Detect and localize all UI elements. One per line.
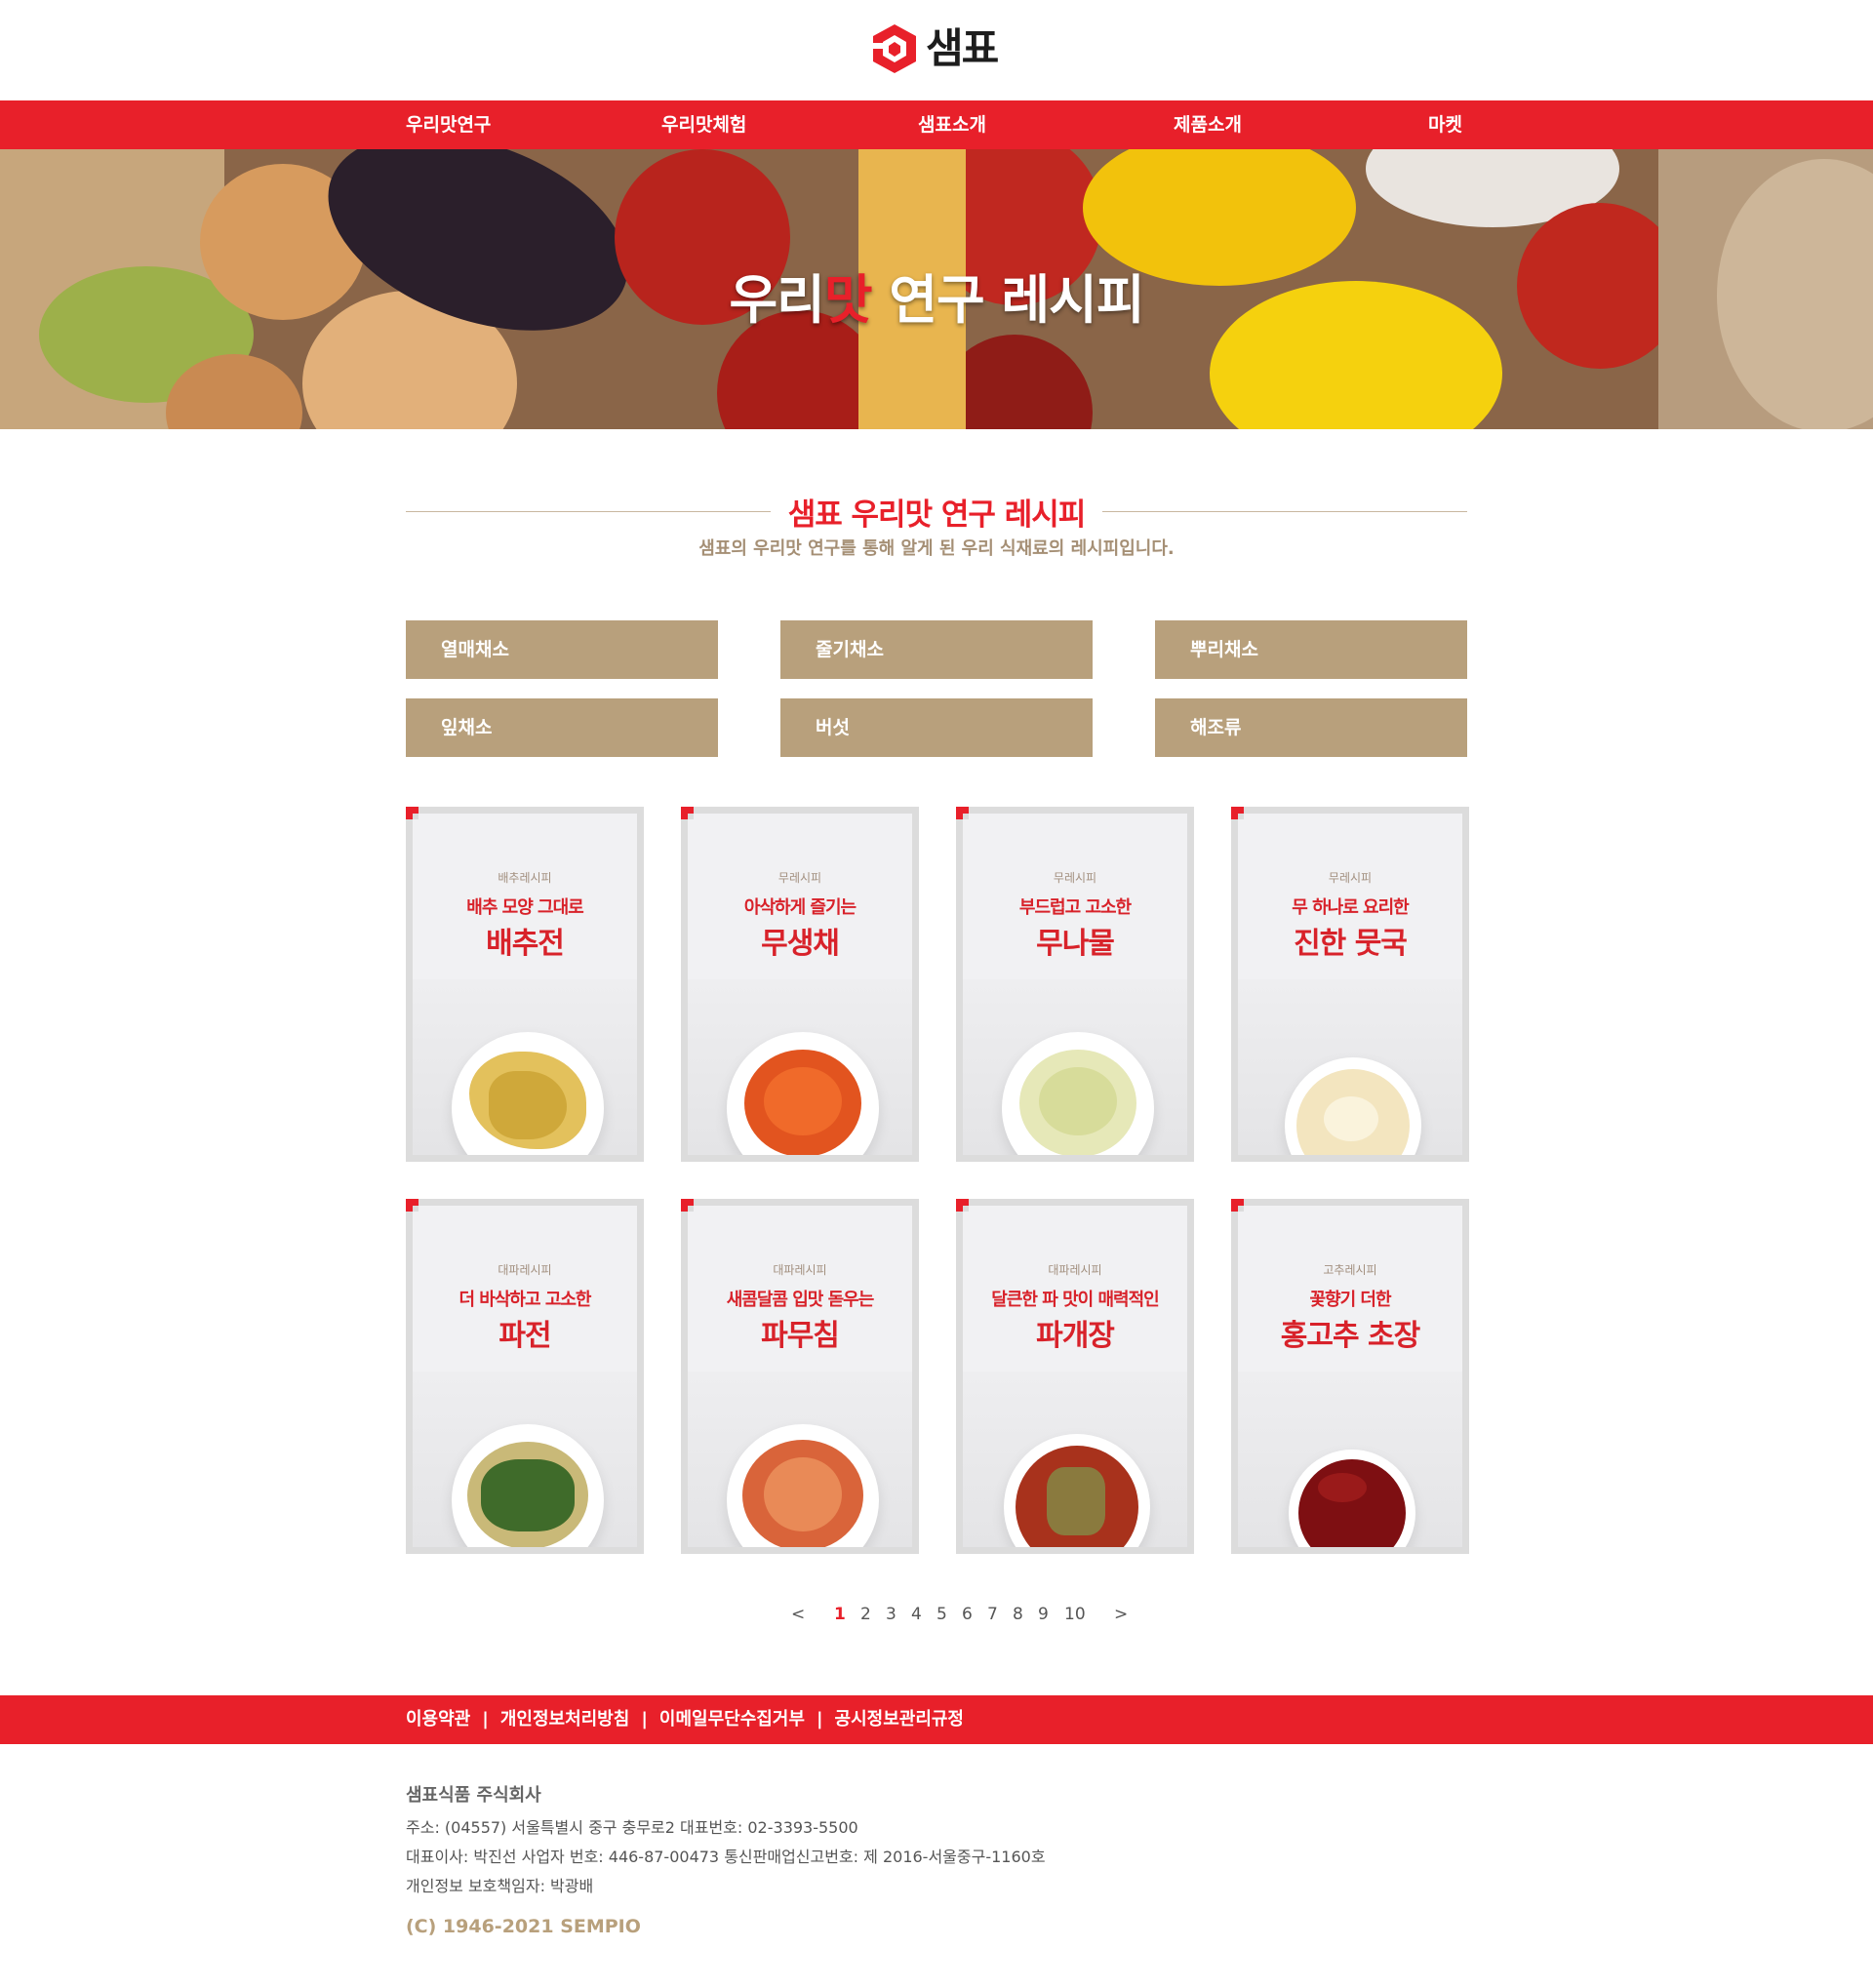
recipe-card-body: 배추레시피 배추 모양 그대로 배추전 bbox=[413, 814, 637, 1155]
recipe-subtitle: 더 바삭하고 고소한 bbox=[458, 1290, 591, 1310]
recipe-subtitle: 달큰한 파 맛이 매력적인 bbox=[991, 1290, 1159, 1310]
pagination-page-9[interactable]: 9 bbox=[1038, 1603, 1049, 1626]
recipe-name: 진한 뭇국 bbox=[1294, 927, 1408, 961]
recipe-card[interactable]: 대파레시피 더 바삭하고 고소한 파전 bbox=[406, 1199, 644, 1554]
recipe-category: 대파레시피 bbox=[1048, 1263, 1102, 1277]
recipe-card[interactable]: 고추레시피 꽃향기 더한 홍고추 초장 bbox=[1231, 1199, 1469, 1554]
recipe-category: 대파레시피 bbox=[773, 1263, 827, 1277]
category-fruit-vegetables[interactable]: 열매채소 bbox=[406, 620, 718, 679]
pagination-page-7[interactable]: 7 bbox=[987, 1603, 998, 1626]
recipe-name: 배추전 bbox=[486, 927, 565, 961]
recipe-card-body: 대파레시피 새콤달콤 입맛 돋우는 파무침 bbox=[688, 1206, 912, 1547]
footer-link-email-refusal[interactable]: 이메일무단수집거부 bbox=[659, 1709, 805, 1730]
nav-item-market[interactable]: 마켓 bbox=[1428, 100, 1462, 149]
recipe-card-body: 무레시피 무 하나로 요리한 진한 뭇국 bbox=[1238, 814, 1462, 1155]
pagination-page-6[interactable]: 6 bbox=[962, 1603, 973, 1626]
pagination-page-4[interactable]: 4 bbox=[911, 1603, 922, 1626]
footer-links-bar: 이용약관 | 개인정보처리방침 | 이메일무단수집거부 | 공시정보관리규정 bbox=[0, 1695, 1873, 1744]
pagination-next[interactable]: > bbox=[1114, 1603, 1128, 1626]
pagination-page-8[interactable]: 8 bbox=[1013, 1603, 1023, 1626]
company-registration: 대표이사: 박진선 사업자 번호: 446-87-00473 통신판매업신고번호… bbox=[406, 1848, 1046, 1866]
company-name: 샘표식품 주식회사 bbox=[406, 1785, 541, 1806]
recipe-subtitle: 꽃향기 더한 bbox=[1309, 1290, 1391, 1310]
brand-logo[interactable]: 샘표 bbox=[871, 23, 999, 74]
section-subtitle: 샘표의 우리맛 연구를 통해 알게 된 우리 식재료의 레시피입니다. bbox=[698, 538, 1175, 559]
nav-item-products[interactable]: 제품소개 bbox=[1174, 100, 1242, 149]
recipe-card-body: 무레시피 아삭하게 즐기는 무생채 bbox=[688, 814, 912, 1155]
hero-title: 우리맛 연구 레시피 bbox=[729, 269, 1144, 331]
section-title: 샘표 우리맛 연구 레시피 bbox=[787, 497, 1087, 533]
recipe-category: 무레시피 bbox=[1328, 871, 1373, 885]
recipe-category: 무레시피 bbox=[777, 871, 822, 885]
category-root-vegetables[interactable]: 뿌리채소 bbox=[1155, 620, 1467, 679]
recipe-name: 무생채 bbox=[761, 927, 840, 961]
recipe-subtitle: 무 하나로 요리한 bbox=[1292, 897, 1409, 918]
hero-banner: 우리맛 연구 레시피 bbox=[0, 149, 1873, 429]
recipe-name: 무나물 bbox=[1036, 927, 1115, 961]
recipe-category: 고추레시피 bbox=[1323, 1263, 1377, 1277]
recipe-card[interactable]: 무레시피 아삭하게 즐기는 무생채 bbox=[681, 807, 919, 1162]
recipe-subtitle: 새콤달콤 입맛 돋우는 bbox=[726, 1290, 875, 1310]
company-address: 주소: (04557) 서울특별시 중구 충무로2 대표번호: 02-3393-… bbox=[406, 1818, 858, 1837]
pagination-page-2[interactable]: 2 bbox=[860, 1603, 871, 1626]
header: 샘표 bbox=[0, 0, 1873, 100]
category-seaweed[interactable]: 해조류 bbox=[1155, 698, 1467, 757]
recipe-category: 배추레시피 bbox=[498, 871, 552, 885]
recipe-subtitle: 부드럽고 고소한 bbox=[1018, 897, 1132, 918]
category-stem-vegetables[interactable]: 줄기채소 bbox=[780, 620, 1093, 679]
sempio-logo-icon bbox=[871, 24, 916, 73]
recipe-category: 무레시피 bbox=[1053, 871, 1097, 885]
privacy-officer: 개인정보 보호책임자: 박광배 bbox=[406, 1877, 594, 1895]
recipe-card[interactable]: 무레시피 부드럽고 고소한 무나물 bbox=[956, 807, 1194, 1162]
recipe-card-body: 무레시피 부드럽고 고소한 무나물 bbox=[963, 814, 1187, 1155]
main-nav: 우리맛연구 우리맛체험 샘표소개 제품소개 마켓 bbox=[0, 100, 1873, 149]
nav-item-research[interactable]: 우리맛연구 bbox=[406, 100, 491, 149]
pagination-page-3[interactable]: 3 bbox=[886, 1603, 897, 1626]
pagination-page-10[interactable]: 10 bbox=[1064, 1603, 1086, 1626]
recipe-card[interactable]: 대파레시피 새콤달콤 입맛 돋우는 파무침 bbox=[681, 1199, 919, 1554]
footer-link-privacy[interactable]: 개인정보처리방침 bbox=[500, 1709, 629, 1730]
pagination-page-1[interactable]: 1 bbox=[834, 1603, 846, 1626]
recipe-card[interactable]: 무레시피 무 하나로 요리한 진한 뭇국 bbox=[1231, 807, 1469, 1162]
pagination-prev[interactable]: < bbox=[791, 1603, 805, 1626]
footer-link-terms[interactable]: 이용약관 bbox=[406, 1709, 470, 1730]
recipe-name: 파개장 bbox=[1036, 1319, 1115, 1353]
recipe-subtitle: 배추 모양 그대로 bbox=[466, 897, 583, 918]
recipe-card-body: 고추레시피 꽃향기 더한 홍고추 초장 bbox=[1238, 1206, 1462, 1547]
recipe-subtitle: 아삭하게 즐기는 bbox=[743, 897, 857, 918]
recipe-category: 대파레시피 bbox=[498, 1263, 552, 1277]
nav-item-experience[interactable]: 우리맛체험 bbox=[661, 100, 746, 149]
footer-links: 이용약관 | 개인정보처리방침 | 이메일무단수집거부 | 공시정보관리규정 bbox=[406, 1695, 964, 1744]
recipe-name: 파전 bbox=[498, 1319, 551, 1353]
category-leaf-vegetables[interactable]: 잎채소 bbox=[406, 698, 718, 757]
pagination-page-5[interactable]: 5 bbox=[936, 1603, 947, 1626]
recipe-name: 파무침 bbox=[761, 1319, 840, 1353]
category-mushrooms[interactable]: 버섯 bbox=[780, 698, 1093, 757]
recipe-card-body: 대파레시피 달큰한 파 맛이 매력적인 파개장 bbox=[963, 1206, 1187, 1547]
footer-separator: | bbox=[482, 1709, 489, 1730]
recipe-card[interactable]: 배추레시피 배추 모양 그대로 배추전 bbox=[406, 807, 644, 1162]
brand-name: 샘표 bbox=[926, 24, 999, 72]
recipe-name: 홍고추 초장 bbox=[1280, 1319, 1420, 1353]
footer-separator: | bbox=[641, 1709, 648, 1730]
nav-item-about[interactable]: 샘표소개 bbox=[918, 100, 986, 149]
copyright: (C) 1946-2021 SEMPIO bbox=[406, 1916, 641, 1937]
recipe-card-body: 대파레시피 더 바삭하고 고소한 파전 bbox=[413, 1206, 637, 1547]
footer-separator: | bbox=[816, 1709, 823, 1730]
footer-link-disclosure[interactable]: 공시정보관리규정 bbox=[835, 1709, 964, 1730]
recipe-card[interactable]: 대파레시피 달큰한 파 맛이 매력적인 파개장 bbox=[956, 1199, 1194, 1554]
